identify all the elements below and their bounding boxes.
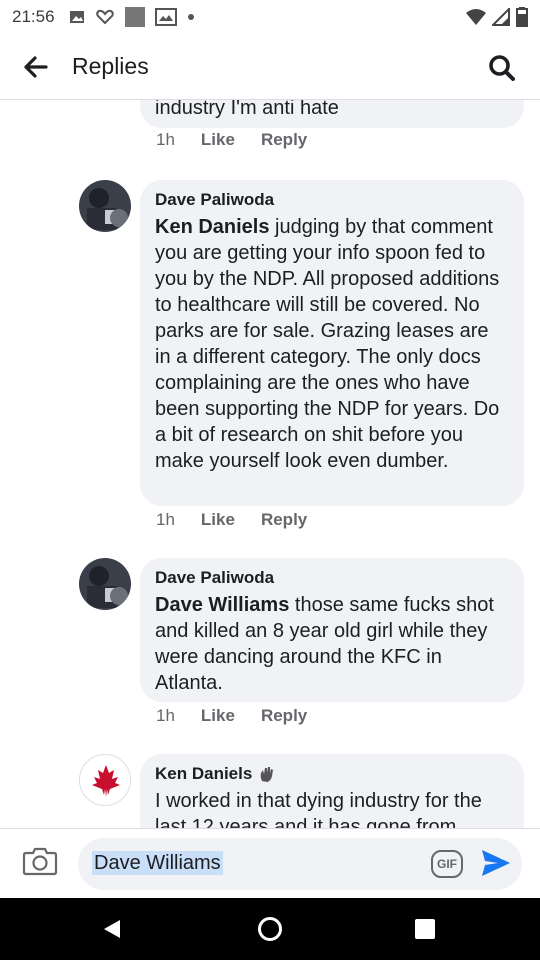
comment-actions: 1h Like Reply [156,706,307,726]
battery-icon [516,7,528,27]
search-icon [489,55,515,81]
comment-actions: 1h Like Reply [156,130,307,150]
mail-photo-icon [154,8,177,26]
maple-leaf-avatar [80,755,130,805]
send-button[interactable] [480,848,514,880]
search-button[interactable] [482,48,522,88]
camera-icon [22,847,58,876]
nav-home-icon[interactable] [258,917,282,941]
mention-link[interactable]: Ken Daniels [155,216,269,238]
comment-author: Ken Daniels [155,764,508,784]
comment-time: 1h [156,510,175,529]
waving-hand-icon [260,767,274,782]
wifi-icon [466,9,486,25]
status-time: 21:56 [12,7,55,26]
reply-button[interactable]: Reply [261,510,307,530]
comment-text: judging by that comment you are getting … [155,216,500,472]
nav-back-icon[interactable] [102,918,122,940]
comment-bubble[interactable]: industry I'm anti hate [140,100,524,128]
reply-input[interactable]: Dave Williams GIF [78,838,522,890]
comment-author[interactable]: Dave Paliwoda [155,190,508,210]
status-system-icons [466,7,528,27]
comment-bubble[interactable]: Dave Paliwoda Ken Daniels judging by tha… [140,180,524,506]
nav-recents-icon[interactable] [415,919,435,939]
signal-icon [492,8,510,26]
avatar[interactable] [79,180,131,232]
page-title: Replies [72,53,149,79]
like-button[interactable]: Like [201,510,235,530]
comment-author[interactable]: Dave Paliwoda [155,568,508,588]
comment-text: industry I'm anti hate [155,100,339,119]
comment-time: 1h [156,706,175,725]
status-notification-icons [69,7,195,27]
comment-body: Dave Williams those same fucks shot and … [155,592,508,696]
like-button[interactable]: Like [201,706,235,726]
app-bar: Replies [0,34,540,100]
avatar[interactable] [79,558,131,610]
comment-bubble[interactable]: Dave Paliwoda Dave Williams those same f… [140,558,524,702]
gif-button[interactable]: GIF [431,850,463,878]
avatar-photo [79,180,131,232]
reply-button[interactable]: Reply [261,130,307,150]
comment-time: 1h [156,130,175,149]
comment-thread: industry I'm anti hate 1h Like Reply Dav… [0,100,540,828]
reply-input-value[interactable]: Dave Williams [92,851,223,875]
comment-body: Ken Daniels judging by that comment you … [155,214,508,474]
send-icon [482,850,510,876]
comment-text: I worked in that dying industry for the … [155,790,482,828]
camera-button[interactable] [22,845,62,881]
system-nav-bar [0,898,540,960]
comment-author-name[interactable]: Ken Daniels [155,764,252,784]
avatar-photo [79,558,131,610]
dot-icon [187,14,194,20]
image-icon [69,11,84,23]
reply-button[interactable]: Reply [261,706,307,726]
comment-actions: 1h Like Reply [156,510,307,530]
comment-bubble[interactable]: Ken Daniels I worked in that dying indus… [140,754,524,828]
status-bar: 21:56 [0,0,540,34]
mention-link[interactable]: Dave Williams [155,594,289,616]
arrow-left-icon [24,55,48,78]
heart-outline-icon [95,9,114,25]
back-button[interactable] [0,34,72,100]
reply-composer: Dave Williams GIF [0,828,540,898]
gray-square-icon [124,7,145,27]
like-button[interactable]: Like [201,130,235,150]
avatar[interactable] [79,754,131,806]
